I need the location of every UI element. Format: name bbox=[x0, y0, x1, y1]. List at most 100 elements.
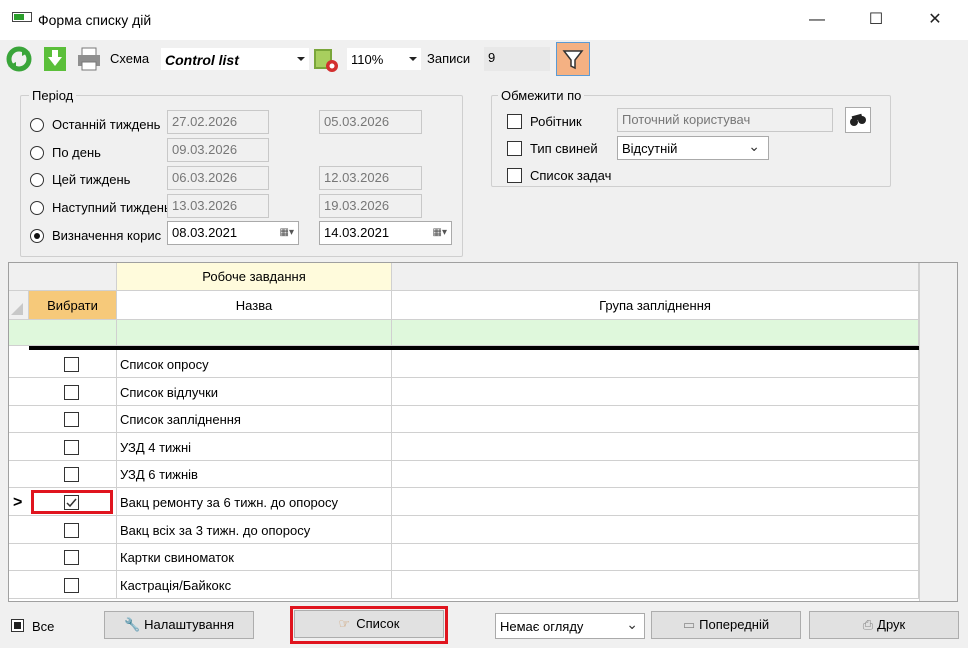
row-checkbox[interactable] bbox=[64, 412, 79, 427]
table-row[interactable]: УЗД 6 тижнів bbox=[9, 460, 919, 488]
custom-to-date[interactable]: 14.03.2021 ▦▾ bbox=[319, 221, 452, 245]
limit-title: Обмежити по bbox=[498, 88, 585, 103]
settings-button[interactable]: 🔧 Налаштування bbox=[104, 611, 254, 639]
by-day-date[interactable]: 09.03.2026 bbox=[167, 138, 269, 162]
print-button-label: Друк bbox=[877, 617, 906, 632]
group-cell[interactable] bbox=[392, 516, 919, 544]
list-icon: ☞ bbox=[338, 616, 351, 631]
column-header-group[interactable]: Група запліднення bbox=[392, 291, 919, 320]
scheme-settings-icon[interactable] bbox=[312, 46, 338, 72]
group-cell[interactable] bbox=[392, 405, 919, 433]
worker-checkbox[interactable] bbox=[507, 114, 522, 129]
list-button-label: Список bbox=[356, 616, 400, 631]
row-checkbox[interactable] bbox=[64, 357, 79, 372]
group-cell[interactable] bbox=[392, 571, 919, 599]
close-button[interactable]: ✕ bbox=[912, 0, 958, 40]
row-checkbox[interactable] bbox=[64, 385, 79, 400]
group-cell[interactable] bbox=[392, 460, 919, 488]
radio-this-week[interactable] bbox=[30, 173, 44, 187]
current-row-indicator: > bbox=[13, 494, 23, 511]
column-header-select[interactable]: Вибрати bbox=[29, 291, 117, 320]
task-name: Вакц ремонту за 6 тижн. до опоросу bbox=[120, 495, 339, 510]
calendar-icon[interactable]: ▦▾ bbox=[280, 227, 294, 238]
radio-this-week-label: Цей тиждень bbox=[52, 172, 131, 187]
next-week-to[interactable]: 19.03.2026 bbox=[319, 194, 422, 218]
last-week-to[interactable]: 05.03.2026 bbox=[319, 110, 422, 134]
table-row[interactable]: Вакц ремонту за 6 тижн. до опоросу > bbox=[9, 488, 919, 516]
table-row[interactable]: Картки свиноматок bbox=[9, 543, 919, 571]
custom-to-value: 14.03.2021 bbox=[324, 225, 390, 240]
list-button[interactable]: ☞ Список bbox=[294, 610, 444, 638]
name-cell[interactable]: УЗД 4 тижні bbox=[117, 433, 392, 461]
app-icon bbox=[12, 12, 32, 22]
group-cell[interactable] bbox=[392, 488, 919, 516]
radio-by-day[interactable] bbox=[30, 146, 44, 160]
row-checkbox[interactable] bbox=[64, 440, 79, 455]
next-week-from[interactable]: 13.03.2026 bbox=[167, 194, 269, 218]
view-select[interactable]: Немає огляду ⌄ bbox=[495, 613, 645, 639]
task-list-checkbox[interactable] bbox=[507, 168, 522, 183]
this-week-from[interactable]: 06.03.2026 bbox=[167, 166, 269, 190]
export-icon[interactable] bbox=[42, 46, 68, 72]
name-cell[interactable]: Кастрація/Байкокс bbox=[117, 571, 392, 599]
table-row[interactable]: Список відлучки bbox=[9, 378, 919, 406]
row-checkbox[interactable] bbox=[64, 550, 79, 565]
column-header-name[interactable]: Назва bbox=[117, 291, 392, 320]
radio-custom[interactable] bbox=[30, 229, 44, 243]
maximize-button[interactable]: ☐ bbox=[853, 0, 899, 40]
task-name: УЗД 4 тижні bbox=[120, 440, 192, 455]
select-cell bbox=[9, 516, 117, 544]
chevron-down-icon bbox=[409, 57, 417, 61]
radio-next-week[interactable] bbox=[30, 201, 44, 215]
filter-cell-group[interactable] bbox=[392, 320, 919, 346]
radio-last-week-label: Останній тиждень bbox=[52, 117, 161, 132]
scheme-label: Схема bbox=[110, 51, 150, 66]
worker-picker-button[interactable] bbox=[845, 107, 871, 133]
refresh-icon[interactable] bbox=[6, 46, 32, 72]
filter-button[interactable] bbox=[556, 42, 590, 76]
print-button[interactable]: ⎙ Друк bbox=[809, 611, 959, 639]
name-cell[interactable]: Список опросу bbox=[117, 350, 392, 378]
calendar-icon[interactable]: ▦▾ bbox=[433, 227, 447, 238]
all-checkbox[interactable] bbox=[11, 619, 24, 632]
scheme-select[interactable]: Control list bbox=[160, 47, 310, 71]
table-row[interactable]: Вакц всіх за 3 тижн. до опоросу bbox=[9, 516, 919, 544]
printer-icon: ⎙ bbox=[862, 617, 874, 632]
last-week-from[interactable]: 27.02.2026 bbox=[167, 110, 269, 134]
name-cell[interactable]: Список запліднення bbox=[117, 405, 392, 433]
row-checkbox[interactable] bbox=[64, 467, 79, 482]
name-cell[interactable]: Список відлучки bbox=[117, 378, 392, 406]
table-row[interactable]: УЗД 4 тижні bbox=[9, 433, 919, 461]
table-row[interactable]: Список опросу bbox=[9, 350, 919, 378]
previous-button-label: Попередній bbox=[699, 617, 770, 632]
window-title: Форма списку дій bbox=[38, 12, 152, 28]
row-checkbox[interactable] bbox=[64, 578, 79, 593]
group-cell[interactable] bbox=[392, 433, 919, 461]
custom-from-date[interactable]: 08.03.2021 ▦▾ bbox=[167, 221, 299, 245]
period-title: Період bbox=[29, 88, 77, 103]
this-week-to[interactable]: 12.03.2026 bbox=[319, 166, 422, 190]
filter-cell-select[interactable] bbox=[9, 320, 117, 346]
name-cell[interactable]: Картки свиноматок bbox=[117, 543, 392, 571]
radio-custom-label: Визначення корис bbox=[52, 228, 162, 243]
previous-button[interactable]: ▭ Попередній bbox=[651, 611, 801, 639]
pig-type-select[interactable]: Відсутній ⌄ bbox=[617, 136, 769, 160]
name-cell[interactable]: Вакц всіх за 3 тижн. до опоросу bbox=[117, 516, 392, 544]
print-icon[interactable] bbox=[76, 46, 102, 72]
name-cell[interactable]: Вакц ремонту за 6 тижн. до опоросу bbox=[117, 488, 392, 516]
minimize-button[interactable]: — bbox=[794, 0, 840, 40]
custom-from-value: 08.03.2021 bbox=[172, 225, 238, 240]
group-cell[interactable] bbox=[392, 378, 919, 406]
row-checkbox[interactable] bbox=[64, 523, 79, 538]
worker-field[interactable]: Поточний користувач bbox=[617, 108, 833, 132]
name-cell[interactable]: УЗД 6 тижнів bbox=[117, 460, 392, 488]
zoom-select[interactable]: 110% bbox=[346, 47, 422, 71]
table-row[interactable]: Список запліднення bbox=[9, 405, 919, 433]
group-cell[interactable] bbox=[392, 543, 919, 571]
radio-last-week[interactable] bbox=[30, 118, 44, 132]
filter-cell-name[interactable] bbox=[117, 320, 392, 346]
table-row[interactable]: Кастрація/Байкокс bbox=[9, 571, 919, 599]
pig-type-checkbox[interactable] bbox=[507, 141, 522, 156]
all-label: Все bbox=[32, 619, 55, 634]
group-cell[interactable] bbox=[392, 350, 919, 378]
